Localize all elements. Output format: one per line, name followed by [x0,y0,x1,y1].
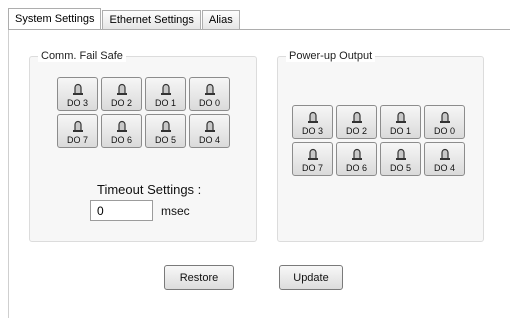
tab-alias[interactable]: Alias [201,10,240,29]
do-label: DO 5 [154,135,176,145]
do-label: DO 1 [389,126,411,136]
do-label: DO 1 [154,98,176,108]
bell-icon [307,148,318,160]
power-up-do4-button[interactable]: DO 4 [424,142,465,176]
power-up-do3-button[interactable]: DO 3 [292,105,333,139]
do-label: DO 6 [345,163,367,173]
power-up-output-group: Power-up Output DO 3 DO 2 DO 1 DO 0 DO 7… [277,50,484,242]
bell-icon [72,120,83,132]
power-up-do0-button[interactable]: DO 0 [424,105,465,139]
tab-strip-divider [8,29,510,30]
timeout-input[interactable] [90,200,153,221]
tab-strip: System Settings Ethernet Settings Alias [8,8,241,30]
fail-safe-do0-button[interactable]: DO 0 [189,77,230,111]
fail-safe-do7-button[interactable]: DO 7 [57,114,98,148]
comm-fail-safe-do-grid: DO 3 DO 2 DO 1 DO 0 DO 7 DO 6 DO 5 DO 4 [57,77,230,148]
do-label: DO 3 [66,98,88,108]
bell-icon [351,148,362,160]
bell-icon [439,111,450,123]
restore-button[interactable]: Restore [164,265,234,290]
timeout-settings-label: Timeout Settings : [97,182,202,197]
bell-icon [160,83,171,95]
fail-safe-do4-button[interactable]: DO 4 [189,114,230,148]
power-up-do5-button[interactable]: DO 5 [380,142,421,176]
do-label: DO 7 [301,163,323,173]
bell-icon [204,83,215,95]
power-up-do1-button[interactable]: DO 1 [380,105,421,139]
bell-icon [204,120,215,132]
fail-safe-do5-button[interactable]: DO 5 [145,114,186,148]
fail-safe-do1-button[interactable]: DO 1 [145,77,186,111]
bell-icon [116,83,127,95]
bell-icon [307,111,318,123]
do-label: DO 0 [198,98,220,108]
bell-icon [395,111,406,123]
fail-safe-do2-button[interactable]: DO 2 [101,77,142,111]
bell-icon [160,120,171,132]
bell-icon [439,148,450,160]
timeout-unit-label: msec [161,204,190,218]
comm-fail-safe-title: Comm. Fail Safe [38,50,126,62]
tab-ethernet-settings[interactable]: Ethernet Settings [102,10,201,29]
tab-system-settings[interactable]: System Settings [8,8,102,29]
panel-left-border [8,29,9,318]
do-label: DO 5 [389,163,411,173]
power-up-output-title: Power-up Output [286,50,376,62]
do-label: DO 3 [301,126,323,136]
fail-safe-do6-button[interactable]: DO 6 [101,114,142,148]
do-label: DO 0 [433,126,455,136]
bell-icon [72,83,83,95]
do-label: DO 4 [198,135,220,145]
power-up-do7-button[interactable]: DO 7 [292,142,333,176]
fail-safe-do3-button[interactable]: DO 3 [57,77,98,111]
power-up-do2-button[interactable]: DO 2 [336,105,377,139]
power-up-do-grid: DO 3 DO 2 DO 1 DO 0 DO 7 DO 6 DO 5 DO 4 [292,105,465,176]
do-label: DO 2 [110,98,132,108]
do-label: DO 4 [433,163,455,173]
bell-icon [351,111,362,123]
do-label: DO 2 [345,126,367,136]
bell-icon [116,120,127,132]
power-up-do6-button[interactable]: DO 6 [336,142,377,176]
do-label: DO 7 [66,135,88,145]
bell-icon [395,148,406,160]
system-settings-window: System Settings Ethernet Settings Alias … [0,0,510,318]
comm-fail-safe-group: Comm. Fail Safe DO 3 DO 2 DO 1 DO 0 DO 7… [29,50,257,242]
update-button[interactable]: Update [279,265,343,290]
do-label: DO 6 [110,135,132,145]
